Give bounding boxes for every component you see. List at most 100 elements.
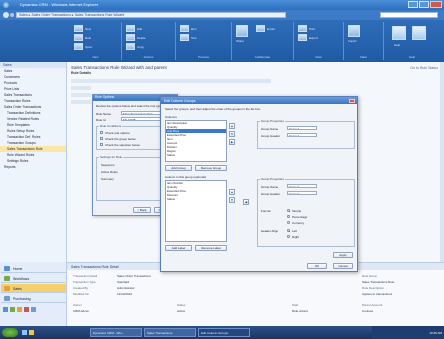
dialog-close-icon[interactable] bbox=[349, 98, 355, 103]
forward-icon[interactable] bbox=[10, 13, 14, 17]
small-icon[interactable] bbox=[31, 307, 36, 312]
small-icon[interactable] bbox=[10, 307, 15, 312]
ribbon-group-title: Actions bbox=[143, 55, 154, 59]
detail-value: Active bbox=[177, 309, 186, 313]
condition-checkbox[interactable] bbox=[100, 137, 103, 140]
vertical-scrollbar[interactable] bbox=[440, 62, 444, 262]
move-up-button[interactable]: ▲ bbox=[229, 123, 235, 129]
radio-label: Simple bbox=[292, 209, 302, 213]
help-button[interactable] bbox=[392, 26, 406, 40]
import-button[interactable] bbox=[348, 25, 360, 37]
help-secondary-button[interactable] bbox=[412, 26, 426, 40]
sidebar: Sales Sales Customers Products Price Lis… bbox=[0, 62, 67, 262]
ribbon-group-view: Print Export View bbox=[294, 22, 344, 60]
email-button[interactable] bbox=[256, 25, 265, 32]
wunderbar-label: Home bbox=[13, 267, 23, 271]
align-label: Header Align bbox=[261, 229, 279, 233]
test-button[interactable] bbox=[180, 34, 189, 41]
open-label: Open bbox=[85, 45, 93, 49]
move-down-button[interactable]: ▼ bbox=[229, 131, 235, 137]
open-button[interactable] bbox=[74, 43, 83, 50]
address-bar: Sales ▸ Sales Order Transactions ▸ Sales… bbox=[0, 10, 444, 20]
move-down-button[interactable]: ▼ bbox=[229, 197, 235, 203]
print-button[interactable] bbox=[298, 25, 307, 32]
ribbon-group-actions: Edit Delete Copy Actions bbox=[122, 22, 176, 60]
detail-label: Transaction Type bbox=[73, 280, 96, 284]
group-header-field[interactable]: Group 1 bbox=[287, 133, 317, 137]
close-button[interactable] bbox=[430, 1, 442, 8]
run-button[interactable] bbox=[180, 25, 189, 32]
export-button[interactable] bbox=[298, 34, 307, 41]
breadcrumb[interactable]: Sales ▸ Sales Order Transactions ▸ Sales… bbox=[16, 12, 286, 18]
move-left-button[interactable]: ◀ bbox=[243, 199, 249, 205]
quicklaunch-icon[interactable] bbox=[22, 330, 27, 335]
remove-group-button[interactable]: Remove Group bbox=[195, 165, 227, 171]
columns-list[interactable]: Item Description Quantity Unit Price Ext… bbox=[165, 120, 227, 162]
dialog-title: Edit Column Groups bbox=[161, 97, 357, 104]
list-item[interactable]: Status bbox=[166, 153, 226, 157]
small-icon[interactable] bbox=[3, 307, 8, 312]
wunderbar-item-sales[interactable]: Sales bbox=[1, 284, 66, 293]
back-button[interactable]: < Back bbox=[133, 207, 151, 213]
condition-checkbox[interactable] bbox=[100, 131, 103, 134]
taskbar-item[interactable]: Sales Transactions bbox=[144, 328, 196, 337]
settings-row: Sequence bbox=[101, 163, 115, 167]
new-rule-button[interactable] bbox=[74, 34, 83, 41]
wunderbar-label: Purchasing bbox=[13, 297, 31, 301]
wunderbar-label: Sales bbox=[13, 287, 22, 291]
ribbon-group-data: Import Data bbox=[344, 22, 384, 60]
ribbon-group-process: Run Test Process bbox=[176, 22, 232, 60]
detail-label: Created By bbox=[73, 286, 89, 290]
group-title: Group Properties bbox=[260, 119, 285, 123]
export-label: Export bbox=[309, 36, 318, 40]
quicklaunch-icon[interactable] bbox=[29, 330, 34, 335]
group-header-field[interactable]: Group 2 bbox=[287, 191, 317, 195]
new-button[interactable] bbox=[74, 25, 83, 32]
list-item[interactable]: Status bbox=[166, 197, 226, 201]
start-button[interactable] bbox=[2, 328, 18, 337]
back-icon[interactable] bbox=[3, 12, 9, 18]
detail-label: Owner bbox=[73, 303, 82, 307]
delete-button[interactable] bbox=[126, 34, 135, 41]
apply-button[interactable]: Apply bbox=[333, 252, 353, 258]
move-up-button[interactable]: ▲ bbox=[229, 189, 235, 195]
add-group-button[interactable]: Add Group bbox=[165, 165, 192, 171]
detail-label: Rule Description bbox=[362, 286, 385, 290]
condition-label: Check the group below bbox=[105, 136, 136, 141]
small-icon[interactable] bbox=[24, 307, 29, 312]
minimize-button[interactable] bbox=[408, 1, 418, 8]
add-label-button[interactable]: Add Label bbox=[165, 245, 192, 251]
wunderbar-item-workflows[interactable]: Workflows bbox=[1, 274, 66, 283]
ribbon-group-title: Process bbox=[198, 55, 209, 59]
rule-name-label: Rule Name bbox=[96, 112, 112, 116]
edit-button[interactable] bbox=[126, 25, 135, 32]
clock[interactable]: 10:45 AM bbox=[429, 331, 442, 335]
wunderbar: Home Workflows Sales Purchasing bbox=[0, 262, 67, 326]
group-name-field[interactable]: Group 2 bbox=[287, 184, 317, 188]
detail-value: Contoso bbox=[362, 309, 374, 313]
rule-status-link[interactable]: Go to Rule Status bbox=[410, 66, 438, 70]
ok-button[interactable]: OK bbox=[307, 263, 327, 269]
condition-checkbox[interactable] bbox=[100, 143, 103, 146]
group-columns-list[interactable]: Item Number Quantity Extended Price Disc… bbox=[165, 180, 227, 242]
copy-button[interactable] bbox=[126, 43, 135, 50]
purchasing-icon bbox=[4, 296, 10, 301]
group-name-field[interactable]: Group 1 bbox=[287, 126, 317, 130]
sidebar-item[interactable]: Reports bbox=[0, 164, 66, 170]
detail-value: Sales Order Transactions bbox=[117, 274, 151, 278]
wunderbar-item-purchasing[interactable]: Purchasing bbox=[1, 294, 66, 303]
taskbar-item[interactable]: Dynamics CRM - Win... bbox=[90, 328, 142, 337]
move-right-button[interactable]: ▶ bbox=[229, 139, 235, 145]
search-input[interactable] bbox=[380, 12, 438, 18]
condition-label: Check the selection below bbox=[105, 142, 140, 147]
share-button[interactable] bbox=[236, 25, 248, 37]
cancel-button[interactable]: Cancel bbox=[333, 263, 353, 269]
maximize-button[interactable] bbox=[419, 1, 429, 8]
wunderbar-item-home[interactable]: Home bbox=[1, 264, 66, 273]
remove-label-button[interactable]: Remove Label bbox=[195, 245, 227, 251]
ribbon-group-new: New Rule Open New bbox=[70, 22, 122, 60]
window-title-bar: Dynamics CRM - Windows Internet Explorer bbox=[0, 0, 444, 10]
group-title: Group Properties bbox=[260, 177, 285, 181]
taskbar-item-active[interactable]: Edit Column Groups bbox=[198, 328, 250, 337]
small-icon[interactable] bbox=[17, 307, 22, 312]
